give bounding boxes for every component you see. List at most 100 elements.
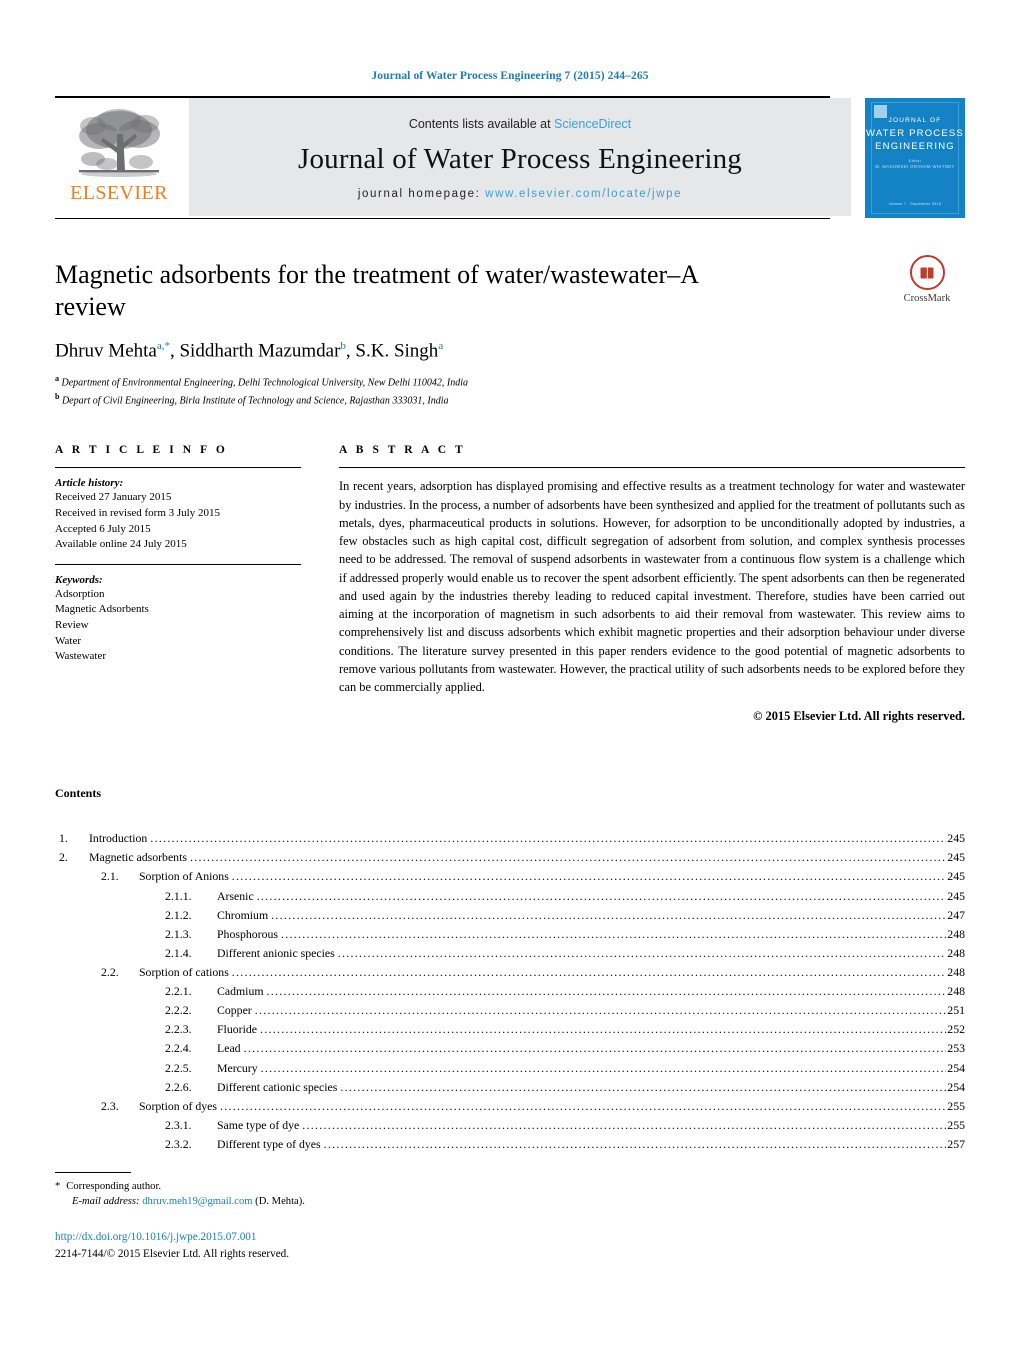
email-link[interactable]: dhruv.meh19@gmail.com	[142, 1196, 252, 1207]
toc-entry[interactable]: 2.2. Sorption of cations.................…	[55, 963, 965, 982]
toc-entry[interactable]: 2.1.1. Arsenic...........................…	[55, 887, 965, 906]
toc-leader-dots: ........................................…	[260, 1060, 947, 1075]
contents-heading: Contents	[55, 786, 102, 801]
toc-leader-dots: ........................................…	[340, 1079, 947, 1094]
issn-copyright-line: 2214-7144/© 2015 Elsevier Ltd. All right…	[55, 1248, 290, 1261]
contents-available-line: Contents lists available at ScienceDirec…	[409, 117, 631, 131]
toc-entry[interactable]: 2.1.2. Chromium..........................…	[55, 906, 965, 925]
toc-entry-number: 2.2.	[101, 965, 119, 979]
keyword-item: Adsorption	[55, 587, 105, 600]
toc-entry[interactable]: 2.1.4. Different anionic species.........…	[55, 944, 965, 963]
toc-entry-page: 253	[947, 1041, 965, 1056]
email-label: E-mail address:	[72, 1196, 140, 1208]
abstract-rule	[339, 467, 965, 469]
author-mark: a,*	[156, 340, 170, 353]
crossmark-book-glyph	[920, 267, 934, 278]
corresponding-author-text: Corresponding author.	[66, 1180, 162, 1192]
toc-entry-page: 254	[947, 1060, 965, 1075]
toc-leader-dots: ........................................…	[259, 1022, 947, 1037]
toc-entry-label: Mercury	[217, 1060, 258, 1075]
toc-entry-page: 254	[947, 1079, 965, 1094]
affiliation-mark: a	[55, 373, 59, 383]
keyword-item: Review	[55, 619, 89, 632]
abstract-heading: A B S T R A C T	[339, 444, 466, 457]
author-separator: ,	[345, 340, 356, 362]
toc-entry-label: Different anionic species	[217, 945, 335, 960]
doi-link[interactable]: http://dx.doi.org/10.1016/j.jwpe.2015.07…	[55, 1229, 555, 1246]
toc-entry-number: 2.3.	[101, 1098, 119, 1113]
toc-leader-dots: ........................................…	[150, 831, 947, 846]
toc-entry-label: Introduction	[89, 831, 148, 846]
toc-leader-dots: ........................................…	[280, 926, 946, 941]
author-list: Dhruv Mehtaa,*, Siddharth Mazumdarb, S.K…	[55, 340, 965, 362]
toc-leader-dots: ........................................…	[323, 1136, 947, 1151]
toc-entry[interactable]: 2.3. Sorption of dyes....................…	[55, 1097, 965, 1116]
journal-title: Journal of Water Process Engineering	[297, 142, 743, 175]
keywords-title: Keywords:	[55, 573, 103, 586]
toc-entry-number: 1.	[59, 831, 68, 846]
toc-leader-dots: ........................................…	[337, 945, 947, 960]
toc-leader-dots: ........................................…	[189, 850, 947, 865]
toc-leader-dots: ........................................…	[271, 907, 947, 922]
abstract-copyright: © 2015 Elsevier Ltd. All rights reserved…	[753, 709, 965, 724]
toc-entry-label: Sorption of dyes	[139, 1098, 217, 1113]
sciencedirect-link[interactable]: ScienceDirect	[554, 117, 631, 131]
email-line: E-mail address: dhruv.meh19@gmail.com (D…	[55, 1194, 555, 1209]
toc-entry-label: Same type of dye	[217, 1117, 300, 1132]
toc-entry[interactable]: 2.2.1. Cadmium...........................…	[55, 982, 965, 1001]
toc-entry-number: 2.2.2.	[165, 1003, 192, 1018]
journal-band: Contents lists available at ScienceDirec…	[189, 98, 851, 216]
toc-entry[interactable]: 2.2.6. Different cationic species........…	[55, 1078, 965, 1097]
toc-entry-page: 245	[947, 869, 965, 884]
toc-entry[interactable]: 2.2.2. Copper............................…	[55, 1001, 965, 1020]
crossmark-badge[interactable]: CrossMark	[889, 255, 965, 304]
toc-entry-page: 257	[947, 1136, 965, 1151]
abstract-body: In recent years, adsorption has displaye…	[339, 479, 965, 694]
info-abstract-row: A R T I C L E I N F O Article history: R…	[55, 444, 965, 724]
article-history-item: Received 27 January 2015	[55, 491, 172, 504]
cover-line-2: WATER PROCESS	[866, 128, 964, 139]
toc-entry-page: 248	[947, 984, 965, 999]
toc-entry-number: 2.2.6.	[165, 1079, 192, 1094]
journal-masthead: ELSEVIER Contents lists available at Sci…	[55, 98, 965, 218]
toc-entry-number: 2.2.1.	[165, 984, 192, 999]
author-name[interactable]: S.K. Singh	[355, 341, 438, 362]
toc-entry-label: Fluoride	[217, 1022, 257, 1037]
keyword-item: Water	[55, 634, 81, 647]
toc-entry[interactable]: 1. Introduction..........................…	[55, 829, 965, 848]
toc-entry[interactable]: 2.2.3. Fluoride..........................…	[55, 1020, 965, 1039]
toc-entry-number: 2.2.3.	[165, 1022, 192, 1037]
elsevier-tree-icon	[79, 109, 160, 177]
toc-entry-page: 248	[947, 965, 965, 979]
title-block: CrossMark Magnetic adsorbents for the tr…	[55, 255, 965, 408]
author-name[interactable]: Dhruv Mehta	[55, 341, 157, 362]
toc-entry[interactable]: 2.2.4. Lead..............................…	[55, 1039, 965, 1058]
toc-entry[interactable]: 2.2.5. Mercury...........................…	[55, 1059, 965, 1078]
toc-leader-dots: ........................................…	[243, 1041, 947, 1056]
cover-subline-1: Editor	[908, 158, 922, 163]
journal-cover-thumbnail[interactable]: JOURNAL OF WATER PROCESS ENGINEERING Edi…	[865, 98, 965, 218]
article-info-column: A R T I C L E I N F O Article history: R…	[55, 444, 323, 724]
cover-subline-2: M. MAKOWSKI GRAHAM WHITNEY	[875, 164, 955, 169]
author-name[interactable]: Siddharth Mazumdar	[179, 341, 340, 362]
toc-entry[interactable]: 2.1. Sorption of Anions..................…	[55, 867, 965, 886]
toc-entry-label: Copper	[217, 1003, 252, 1018]
toc-entry-number: 2.1.2.	[165, 907, 192, 922]
article-info-heading: A R T I C L E I N F O	[55, 444, 228, 457]
toc-entry[interactable]: 2.3.2. Different type of dyes............…	[55, 1135, 965, 1154]
toc-entry-page: 245	[947, 850, 965, 865]
toc-entry[interactable]: 2. Magnetic adsorbents...................…	[55, 848, 965, 867]
article-history-item: Available online 24 July 2015	[55, 538, 187, 551]
toc-entry-label: Cadmium	[217, 984, 264, 999]
toc-entry[interactable]: 2.3.1. Same type of dye..................…	[55, 1116, 965, 1135]
affiliation-item: a Department of Environmental Engineerin…	[55, 373, 965, 391]
toc-entry-page: 248	[947, 926, 965, 941]
toc-leader-dots: ........................................…	[266, 984, 947, 999]
homepage-url-link[interactable]: www.elsevier.com/locate/jwpe	[485, 188, 682, 200]
toc-entry[interactable]: 2.1.3. Phosphorous.......................…	[55, 925, 965, 944]
running-head: Journal of Water Process Engineering 7 (…	[371, 70, 649, 82]
toc-entry-label: Magnetic adsorbents	[89, 850, 187, 865]
masthead-bottom-rule	[55, 218, 830, 219]
toc-entry-label: Different cationic species	[217, 1079, 338, 1094]
toc-entry-number: 2.1.1.	[165, 888, 192, 903]
